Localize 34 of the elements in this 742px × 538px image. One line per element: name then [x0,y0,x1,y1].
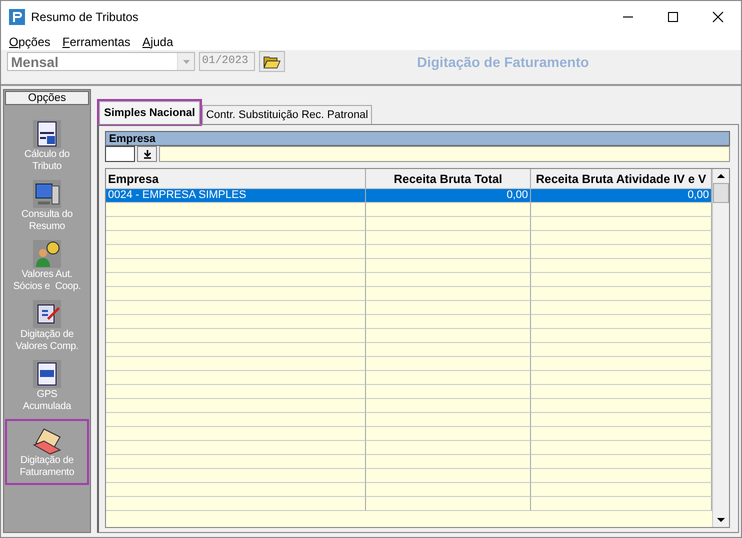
menu-item[interactable]: Ajuda [142,34,174,48]
maximize-icon[interactable] [667,11,679,23]
dropdown-arrow-icon [182,60,190,64]
sidebar-item[interactable]: Cálculo do Tributo [5,119,89,179]
pencil-document-icon [32,299,62,329]
document-icon [32,359,62,389]
download-arrow-icon [142,150,152,158]
company-name-field[interactable] [159,146,730,162]
table-row[interactable]: 0024 - EMPRESA SIMPLES 0,00 0,00 [106,189,712,203]
lookup-button[interactable] [137,146,157,162]
menu-item[interactable]: Ferramentas [62,34,130,48]
tab[interactable]: Contr. Substituição Rec. Patronal [202,105,372,124]
close-icon[interactable] [712,11,724,23]
period-type-dropdown[interactable]: Mensal [7,52,195,71]
scroll-thumb[interactable] [713,183,729,203]
menu-item[interactable]: Opções [9,34,50,48]
tab[interactable]: Simples Nacional [99,101,200,124]
code-field[interactable] [105,146,135,162]
sidebar-item[interactable]: GPS Acumulada [5,359,89,419]
person-coin-icon [32,239,62,269]
screen-title: Digitação de Faturamento [417,54,589,70]
vertical-scrollbar[interactable] [712,169,729,527]
sidebar-item[interactable]: Consulta do Resumo [5,179,89,239]
document-icon [32,119,62,149]
sidebar-header: Opções [5,91,89,105]
open-folder-button[interactable] [259,51,285,72]
app-logo-icon [9,9,25,25]
sidebar-item[interactable]: Digitação de Faturamento [5,419,89,485]
sidebar-item[interactable]: Valores Aut. Sócios e Coop. [5,239,89,299]
sidebar-item[interactable]: Digitação de Valores Comp. [5,299,89,359]
window-title: Resumo de Tributos [31,10,138,24]
period-field[interactable]: 01/2023 [199,52,255,71]
computer-icon [32,179,62,209]
filter-header: Empresa [105,131,730,146]
